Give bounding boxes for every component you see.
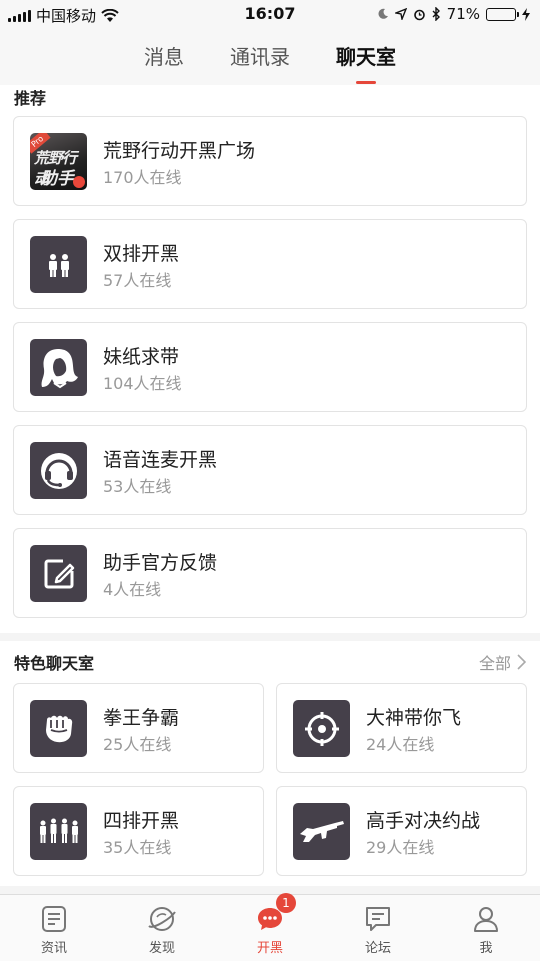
logo-text: 助手 — [40, 169, 74, 189]
headset-icon — [30, 442, 87, 499]
tab-label: 我 — [479, 941, 493, 956]
tab-label: 资讯 — [40, 941, 67, 956]
status-bar: 中国移动 16:07 71% — [0, 0, 540, 28]
chatroom-card[interactable]: 语音连麦开黑 53人在线 — [13, 425, 527, 515]
rifle-icon — [293, 803, 350, 860]
chatroom-card[interactable]: 双排开黑 57人在线 — [13, 219, 527, 309]
chatroom-card[interactable]: 高手对决约战 29人在线 — [276, 786, 527, 876]
alarm-icon — [413, 9, 425, 20]
chatroom-name: 四排开黑 — [103, 810, 180, 832]
netease-badge-icon — [73, 176, 85, 188]
four-players-icon — [30, 803, 87, 860]
user-icon — [474, 907, 498, 932]
chatroom-name: 双排开黑 — [103, 243, 180, 265]
tab-messages[interactable]: 消息 — [144, 41, 184, 70]
game-logo-icon: Pro 荒野行动 助手 — [30, 133, 87, 190]
chatroom-name: 荒野行动开黑广场 — [103, 140, 256, 162]
chatroom-name: 语音连麦开黑 — [103, 449, 218, 471]
news-icon — [42, 906, 66, 932]
chatroom-name: 妹纸求带 — [103, 346, 180, 368]
view-all-label: 全部 — [478, 654, 511, 673]
bottom-tab-news[interactable]: 资讯 — [0, 895, 108, 961]
chatroom-card[interactable]: 拳王争霸 25人在线 — [13, 683, 264, 773]
tab-label: 论坛 — [364, 941, 391, 956]
top-tab-bar: 消息 通讯录 聊天室 — [0, 28, 540, 85]
chatroom-card[interactable]: 助手官方反馈 4人在线 — [13, 528, 527, 618]
chatroom-name: 拳王争霸 — [103, 707, 180, 729]
chatroom-card[interactable]: Pro 荒野行动 助手 荒野行动开黑广场 170人在线 — [13, 116, 527, 206]
bluetooth-icon — [432, 7, 440, 21]
charging-icon — [522, 7, 530, 21]
online-count: 53人在线 — [103, 477, 172, 496]
crosshair-icon — [293, 700, 350, 757]
chevron-right-icon — [517, 654, 526, 670]
edit-feedback-icon — [30, 545, 87, 602]
featured-title: 特色聊天室 — [14, 654, 95, 673]
bottom-tab-team-up[interactable]: 1 开黑 — [216, 893, 324, 961]
chatroom-name: 大神带你飞 — [366, 707, 462, 729]
location-icon — [394, 8, 407, 20]
tab-chatrooms[interactable]: 聊天室 — [336, 41, 396, 84]
recommend-section: 推荐 Pro 荒野行动 助手 荒野行动开黑广场 170人在线 双排开黑 57人在… — [0, 85, 540, 633]
two-players-icon — [30, 236, 87, 293]
online-count: 104人在线 — [103, 374, 182, 393]
online-count: 4人在线 — [103, 580, 162, 599]
online-count: 170人在线 — [103, 168, 182, 187]
online-count: 25人在线 — [103, 735, 172, 754]
girl-portrait-icon — [30, 339, 87, 396]
chatroom-name: 助手官方反馈 — [103, 552, 218, 574]
battery-icon — [486, 7, 519, 21]
tab-contacts[interactable]: 通讯录 — [230, 41, 290, 70]
featured-section: 特色聊天室 全部 拳王争霸 25人在线 大神带你飞 24人在线 四排开黑 35人… — [0, 641, 540, 886]
chatroom-card[interactable]: 大神带你飞 24人在线 — [276, 683, 527, 773]
tab-label: 开黑 — [256, 941, 283, 956]
bottom-tab-me[interactable]: 我 — [432, 895, 540, 961]
status-right: 71% — [377, 5, 530, 23]
tab-label: 发现 — [148, 941, 175, 956]
chatroom-card[interactable]: 妹纸求带 104人在线 — [13, 322, 527, 412]
chatroom-name: 高手对决约战 — [366, 810, 481, 832]
battery-percent: 71% — [446, 5, 480, 23]
bottom-tab-bar: 资讯 发现 1 开黑 论坛 我 — [0, 893, 540, 961]
fist-icon — [30, 700, 87, 757]
moon-icon — [378, 8, 388, 19]
planet-icon — [148, 907, 176, 931]
online-count: 35人在线 — [103, 838, 172, 857]
bottom-tab-discover[interactable]: 发现 — [108, 895, 216, 961]
notification-badge: 1 — [276, 893, 296, 913]
forum-icon — [366, 907, 390, 931]
chatroom-card[interactable]: 四排开黑 35人在线 — [13, 786, 264, 876]
online-count: 29人在线 — [366, 838, 435, 857]
recommend-title: 推荐 — [14, 89, 47, 108]
online-count: 24人在线 — [366, 735, 435, 754]
bottom-tab-forum[interactable]: 论坛 — [324, 895, 432, 961]
online-count: 57人在线 — [103, 271, 172, 290]
view-all-link[interactable]: 全部 — [479, 650, 526, 674]
